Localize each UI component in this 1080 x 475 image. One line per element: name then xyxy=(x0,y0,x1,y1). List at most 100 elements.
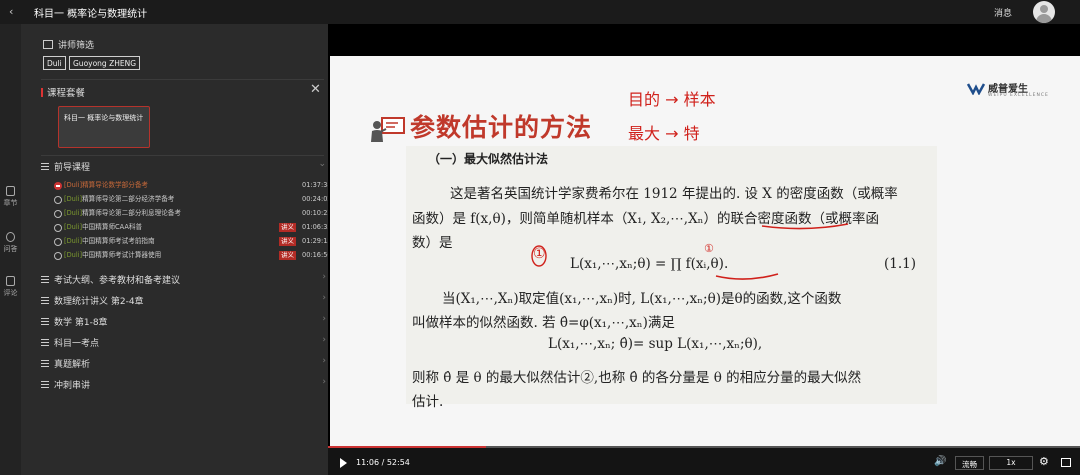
section-item[interactable]: 真题解析 › xyxy=(41,356,326,370)
chevron-down-icon: ⌄ xyxy=(318,159,326,169)
teacher-tag-guoyong[interactable]: Guoyong ZHENG xyxy=(69,56,141,70)
lesson-duration: 01:06:35 xyxy=(302,223,328,231)
left-rail: 章节 问答 评论 xyxy=(0,24,21,475)
top-bar: ‹ 科目一 概率论与数理统计 消息 xyxy=(0,0,1080,24)
playing-icon xyxy=(54,182,62,190)
lesson-item[interactable]: [Duli]中国精算师考试考前指南 讲义 01:29:13 xyxy=(54,235,328,248)
section-item[interactable]: 考试大纲、参考教材和备考建议 › xyxy=(41,272,326,286)
lesson-duration: 00:16:50 xyxy=(302,251,328,259)
section-item[interactable]: 数理统计讲义 第2-4章 › xyxy=(41,293,326,307)
lesson-source: [Duli] xyxy=(64,251,83,259)
handwritten-note: 最大 → 特 xyxy=(628,124,700,143)
chevron-right-icon: › xyxy=(322,314,326,324)
list-icon xyxy=(41,381,49,388)
chevron-right-icon: › xyxy=(322,335,326,345)
list-icon xyxy=(41,276,49,283)
page-title: 科目一 概率论与数理统计 xyxy=(34,9,148,20)
handout-badge[interactable]: 讲义 xyxy=(279,223,296,232)
package-title-text: 课程套餐 xyxy=(47,88,86,99)
lesson-name: 中国精算师CAA科普 xyxy=(82,223,143,231)
teacher-filter[interactable]: 讲师筛选 xyxy=(43,38,94,51)
close-icon[interactable]: ✕ xyxy=(310,82,321,97)
player-top-area xyxy=(328,24,1080,56)
rail-question-label: 问答 xyxy=(3,245,18,253)
filter-icon xyxy=(43,40,53,49)
divider xyxy=(41,155,324,156)
lesson-duration: 00:10:22 xyxy=(302,209,328,217)
lesson-item[interactable]: [Duli]精算导论数学部分备考 01:37:38 xyxy=(54,179,328,192)
lesson-name: 精算师导论第二部分经济学备考 xyxy=(82,195,175,203)
lesson-source: [Duli] xyxy=(64,209,83,217)
lesson-name: 中国精算师考试考前指南 xyxy=(82,237,155,245)
circle-icon xyxy=(54,224,62,232)
section-item[interactable]: 科目一考点 › xyxy=(41,335,326,349)
lesson-item[interactable]: [Duli]中国精算师考试计算器使用 讲义 00:16:50 xyxy=(54,249,328,262)
speed-button[interactable]: 1x xyxy=(989,456,1033,470)
rail-chapter-label: 章节 xyxy=(3,199,18,207)
gear-icon[interactable]: ⚙ xyxy=(1039,455,1049,468)
rail-comment[interactable]: 评论 xyxy=(0,276,21,298)
filter-label: 讲师筛选 xyxy=(58,41,95,51)
handwritten-underlines xyxy=(531,223,849,280)
lesson-item[interactable]: [Duli]精算师导论第二部分经济学备考 00:24:02 xyxy=(54,193,328,206)
lesson-source: [Duli] xyxy=(64,223,83,231)
question-icon xyxy=(6,232,15,242)
lesson-duration: 01:29:13 xyxy=(302,237,328,245)
comment-icon xyxy=(6,276,15,286)
chapter-icon xyxy=(6,186,15,196)
section-title: 数理统计讲义 第2-4章 xyxy=(54,297,144,307)
rail-comment-label: 评论 xyxy=(3,289,18,297)
handwritten-note: 目的 → 样本 xyxy=(628,90,716,109)
lesson-duration: 00:24:02 xyxy=(302,195,328,203)
section-prereq[interactable]: 前导课程 ⌄ xyxy=(41,159,326,173)
divider xyxy=(41,79,324,80)
avatar[interactable] xyxy=(1033,1,1055,23)
section-item[interactable]: 数学 第1-8章 › xyxy=(41,314,326,328)
list-icon xyxy=(41,297,49,304)
player-controls: 11:06 / 52:54 🔊 流畅 1x ⚙ xyxy=(328,446,1080,475)
section-title: 科目一考点 xyxy=(54,339,100,349)
lesson-name: 中国精算师考试计算器使用 xyxy=(82,251,162,259)
lesson-name: 精算导论数学部分备考 xyxy=(82,181,149,189)
messages-link[interactable]: 消息 xyxy=(994,6,1012,19)
list-icon xyxy=(41,163,49,170)
handout-badge[interactable]: 讲义 xyxy=(279,237,296,246)
chevron-right-icon: › xyxy=(322,356,326,366)
teacher-tag-duli[interactable]: Duli xyxy=(43,56,66,70)
back-icon[interactable]: ‹ xyxy=(9,5,13,18)
list-icon xyxy=(41,339,49,346)
section-title: 前导课程 xyxy=(54,163,91,173)
circle-icon xyxy=(54,238,62,246)
lesson-item[interactable]: [Duli]精算师导论第二部分利息理论备考 00:10:22 xyxy=(54,207,328,220)
rail-chapter[interactable]: 章节 xyxy=(0,186,21,208)
fullscreen-icon[interactable] xyxy=(1061,458,1071,467)
chevron-right-icon: › xyxy=(322,377,326,387)
play-icon[interactable] xyxy=(340,458,347,468)
circle-icon xyxy=(54,196,62,204)
lesson-duration: 01:37:38 xyxy=(302,181,328,189)
quality-button[interactable]: 流畅 xyxy=(955,456,984,470)
video-frame[interactable]: 参数估计的方法 威普爱生 WEIPU EXCELLENCE 目的 → 样本 最大… xyxy=(330,56,1080,446)
course-sidebar: 讲师筛选 Duli Guoyong ZHENG 课程套餐 ✕ 科目一 概率论与数… xyxy=(21,24,328,475)
progress-fill xyxy=(328,446,486,448)
progress-bar[interactable] xyxy=(328,446,1080,448)
volume-icon[interactable]: 🔊 xyxy=(934,456,946,467)
list-icon xyxy=(41,360,49,367)
section-title: 考试大纲、参考教材和备考建议 xyxy=(54,276,181,286)
handout-badge[interactable]: 讲义 xyxy=(279,251,296,260)
section-item[interactable]: 冲刺串讲 › xyxy=(41,377,326,391)
section-title: 数学 第1-8章 xyxy=(54,318,108,328)
rail-question[interactable]: 问答 xyxy=(0,232,21,254)
logo-subtext: WEIPU EXCELLENCE xyxy=(988,93,1049,98)
lesson-source: [Duli] xyxy=(64,181,83,189)
package-title: 课程套餐 xyxy=(41,85,85,99)
lesson-item[interactable]: [Duli]中国精算师CAA科普 讲义 01:06:35 xyxy=(54,221,328,234)
chevron-right-icon: › xyxy=(322,293,326,303)
lesson-name: 精算师导论第二部分利息理论备考 xyxy=(82,209,181,217)
list-icon xyxy=(41,318,49,325)
textbook-excerpt: （一）最大似然估计法 这是著名英国统计学家费希尔在 1912 年提出的. 设 X… xyxy=(406,146,937,410)
package-card[interactable]: 科目一 概率论与数理统计 xyxy=(58,106,150,148)
lesson-source: [Duli] xyxy=(64,195,83,203)
brand-logo: 威普爱生 WEIPU EXCELLENCE xyxy=(966,80,1049,98)
section-title: 真题解析 xyxy=(54,360,91,370)
